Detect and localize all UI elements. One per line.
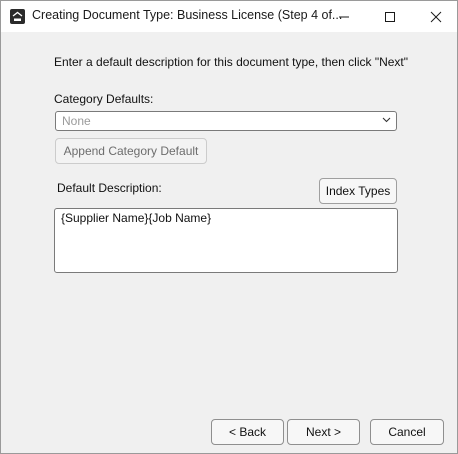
cancel-button[interactable]: Cancel: [370, 419, 444, 445]
close-icon: [430, 11, 442, 23]
back-button[interactable]: < Back: [211, 419, 284, 445]
maximize-button[interactable]: [367, 1, 413, 32]
minimize-button[interactable]: [321, 1, 367, 32]
default-description-label: Default Description:: [57, 181, 162, 195]
next-button[interactable]: Next >: [287, 419, 360, 445]
window-title: Creating Document Type: Business License…: [32, 8, 343, 22]
category-defaults-label: Category Defaults:: [54, 92, 154, 106]
default-description-value: {Supplier Name}{Job Name}: [61, 211, 212, 225]
instruction-text: Enter a default description for this doc…: [54, 55, 409, 69]
minimize-icon: [339, 16, 349, 18]
chevron-down-icon: [382, 117, 391, 123]
wizard-window: Creating Document Type: Business License…: [0, 0, 458, 454]
app-logo-icon: [10, 9, 25, 24]
maximize-icon: [385, 12, 395, 22]
close-button[interactable]: [413, 1, 458, 32]
title-bar[interactable]: Creating Document Type: Business License…: [1, 1, 457, 32]
default-description-textarea[interactable]: {Supplier Name}{Job Name}: [54, 208, 398, 273]
category-defaults-value: None: [62, 114, 91, 128]
index-types-button[interactable]: Index Types: [319, 178, 397, 204]
append-category-default-button[interactable]: Append Category Default: [55, 138, 207, 164]
category-defaults-dropdown[interactable]: None: [55, 111, 397, 131]
